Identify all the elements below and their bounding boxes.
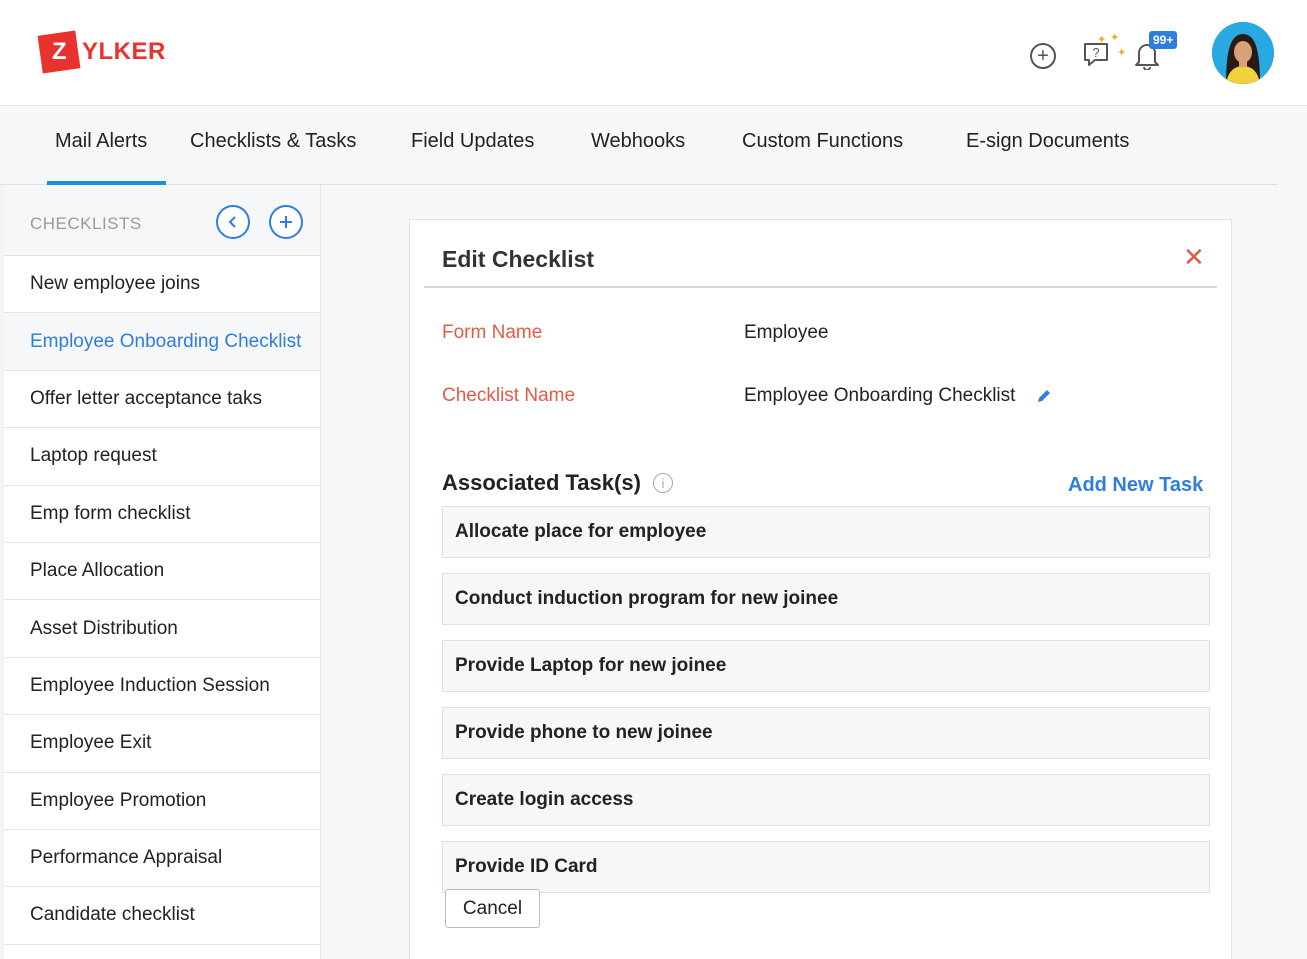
sidebar-item[interactable]: Emp form checklist xyxy=(4,486,320,543)
plus-icon xyxy=(280,216,292,228)
close-icon[interactable]: ✕ xyxy=(1183,244,1205,270)
checklist-name-label: Checklist Name xyxy=(442,385,576,406)
collapse-sidebar-button[interactable] xyxy=(216,205,250,239)
task-row[interactable]: Provide ID Card xyxy=(442,841,1210,893)
associated-tasks-heading: Associated Task(s) i xyxy=(442,470,673,496)
tab-webhooks[interactable]: Webhooks xyxy=(591,130,685,153)
associated-tasks-label: Associated Task(s) xyxy=(442,470,641,495)
sidebar-edge xyxy=(0,185,4,959)
tab-custom-functions[interactable]: Custom Functions xyxy=(742,130,903,153)
tab-checklists-tasks[interactable]: Checklists & Tasks xyxy=(190,130,356,153)
sidebar-item[interactable]: Employee Exit xyxy=(4,715,320,773)
checklist-list: New employee joins Employee Onboarding C… xyxy=(4,256,320,945)
logo-text: YLKER xyxy=(82,38,166,65)
chevron-left-icon xyxy=(228,216,236,228)
zylker-logo[interactable]: Z YLKER xyxy=(37,30,166,74)
add-checklist-button[interactable] xyxy=(269,205,303,239)
info-icon[interactable]: i xyxy=(652,473,673,493)
sidebar-item[interactable]: Offer letter acceptance taks xyxy=(4,371,320,429)
tab-field-updates[interactable]: Field Updates xyxy=(411,130,534,153)
add-new-task-link[interactable]: Add New Task xyxy=(1068,474,1203,497)
cancel-button[interactable]: Cancel xyxy=(445,889,540,928)
task-row[interactable]: Allocate place for employee xyxy=(442,506,1210,558)
sidebar-item[interactable]: Candidate checklist xyxy=(4,887,320,945)
sidebar-item[interactable]: Laptop request xyxy=(4,428,320,486)
edit-checklist-panel: Edit Checklist ✕ Form Name Employee Chec… xyxy=(409,219,1232,959)
logo-mark: Z xyxy=(37,30,81,74)
top-header: Z YLKER + ? ✦ ✦ ✦ 99+ xyxy=(0,0,1307,106)
tab-esign-documents[interactable]: E-sign Documents xyxy=(966,130,1129,153)
pencil-icon[interactable] xyxy=(1035,387,1053,405)
task-row[interactable]: Conduct induction program for new joinee xyxy=(442,573,1210,625)
form-name-value: Employee xyxy=(744,322,829,343)
sparkle-icon: ✦ xyxy=(1097,34,1107,46)
sidebar-heading: CHECKLISTS xyxy=(30,214,142,233)
notification-badge: 99+ xyxy=(1149,31,1178,49)
svg-text:?: ? xyxy=(1092,45,1099,60)
task-row[interactable]: Provide Laptop for new joinee xyxy=(442,640,1210,692)
sidebar-header: CHECKLISTS xyxy=(4,185,320,256)
form-name-label: Form Name xyxy=(442,322,543,343)
checklist-name-value: Employee Onboarding Checklist xyxy=(744,385,1016,406)
sparkle-icon: ✦ xyxy=(1110,32,1120,44)
add-circle-icon[interactable]: + xyxy=(1030,43,1056,69)
panel-divider xyxy=(424,286,1217,288)
sidebar-item[interactable]: Place Allocation xyxy=(4,543,320,601)
sidebar-item[interactable]: Employee Induction Session xyxy=(4,658,320,716)
tab-mail-alerts[interactable]: Mail Alerts xyxy=(55,130,147,153)
user-avatar[interactable] xyxy=(1212,22,1274,84)
panel-title: Edit Checklist xyxy=(442,246,595,272)
sidebar-item[interactable]: Employee Promotion xyxy=(4,773,320,830)
sidebar-item[interactable]: Asset Distribution xyxy=(4,600,320,658)
sidebar-item[interactable]: Performance Appraisal xyxy=(4,830,320,888)
sparkle-icon: ✦ xyxy=(1117,47,1127,59)
sidebar-item[interactable]: New employee joins xyxy=(4,256,320,314)
task-row[interactable]: Create login access xyxy=(442,774,1210,826)
task-row[interactable]: Provide phone to new joinee xyxy=(442,707,1210,759)
sidebar-item-active[interactable]: Employee Onboarding Checklist xyxy=(4,313,320,371)
checklist-sidebar: CHECKLISTS New employee joins Employee O… xyxy=(0,185,321,959)
